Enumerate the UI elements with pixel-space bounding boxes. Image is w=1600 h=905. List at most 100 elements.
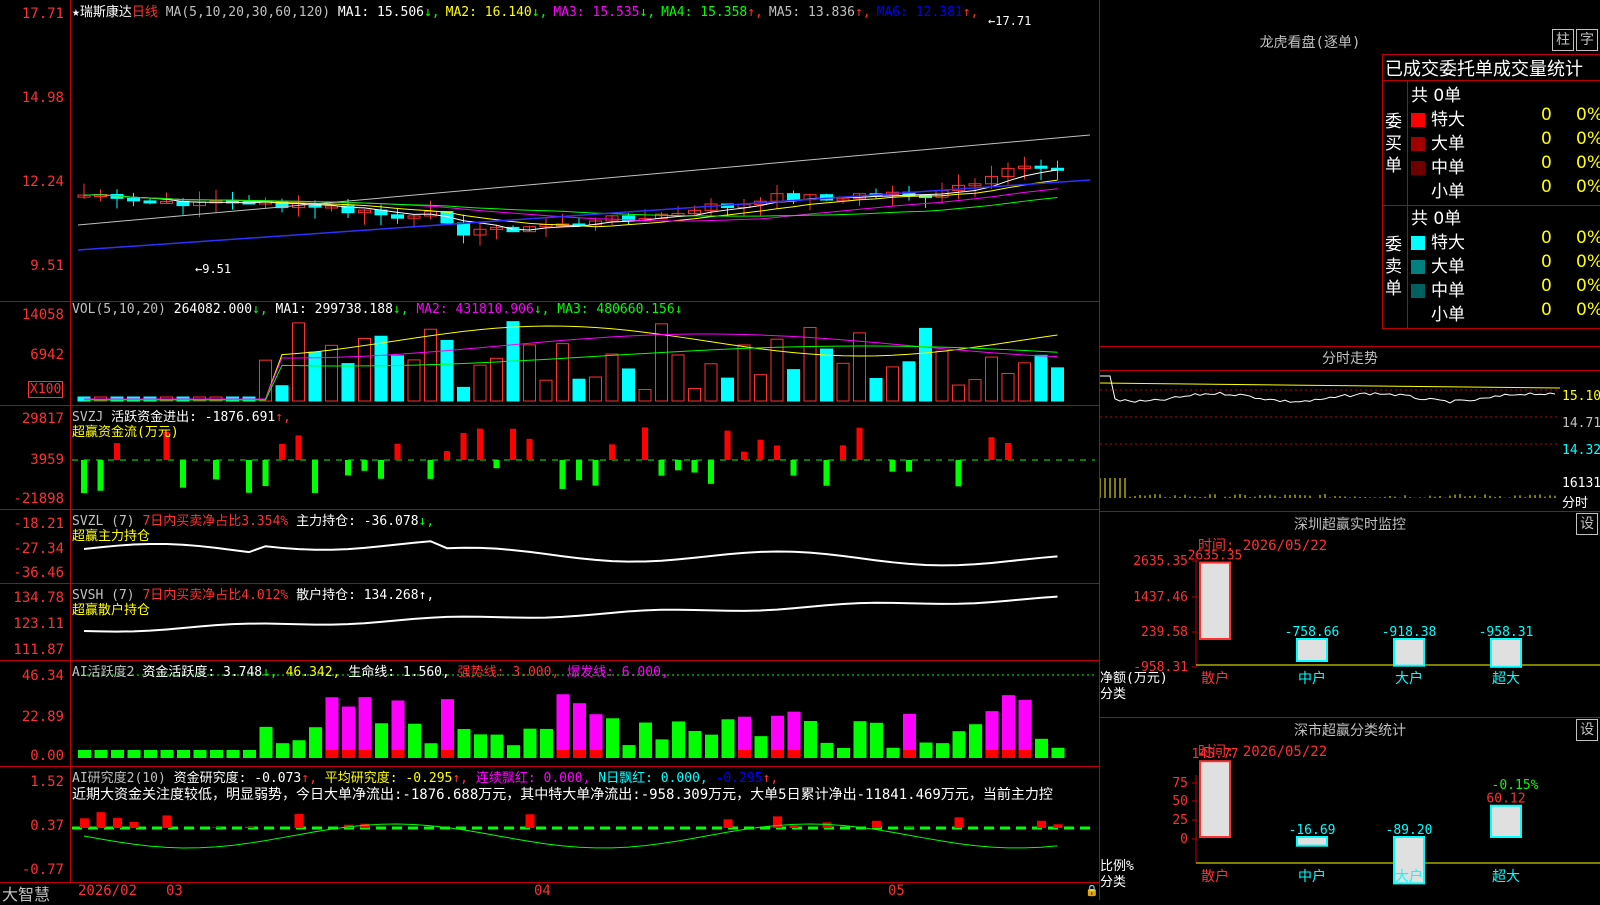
axis-tick: 2635.35 [1133, 554, 1188, 569]
research-bar [1037, 820, 1046, 828]
active-base [276, 750, 289, 758]
volume-bar [869, 378, 883, 402]
ma-value: MA6: 12.381↑, [876, 5, 979, 20]
net-amount-chart[interactable]: 2635.35 1437.46 239.58 -958.31 2635.35 散户 -758… [1100, 511, 1600, 717]
active-base [474, 750, 487, 758]
active-base [325, 750, 339, 758]
intraday-chart[interactable] [1100, 346, 1600, 511]
ma-value: MA4: 15.358↑, [661, 5, 763, 20]
date-label: 03 [166, 883, 183, 899]
research-bar [822, 822, 832, 828]
flow-bar [444, 451, 450, 460]
intraday-panel[interactable]: 分时走势 15.10 14.71 14.32 16131 分时 [1100, 346, 1600, 512]
research-bar [789, 825, 799, 828]
volume-bar [605, 353, 619, 402]
active-base [193, 750, 207, 758]
active-base [1035, 750, 1048, 758]
svzj-panel[interactable]: SVZJ 活跃资金进出: -1876.691↑, 超赢资金流(万元) 29817… [0, 405, 1100, 510]
value-label: 60.12 [1486, 792, 1525, 807]
active-base [705, 750, 718, 758]
flow-bar [592, 460, 599, 486]
order-stats-tab[interactable]: 已成交委托单成交量统计 [1382, 54, 1600, 81]
volume-bar [968, 379, 982, 402]
high-note: ←17.71 [988, 14, 1032, 28]
flow-bar [246, 460, 252, 493]
research-bar [723, 819, 733, 828]
volume-bar [341, 363, 355, 402]
research-bar [80, 818, 89, 828]
volume-bar [671, 354, 685, 402]
candle-body [391, 214, 404, 219]
active-base [457, 750, 471, 758]
vol-tick: 6942 [30, 347, 64, 363]
flow-bar [889, 460, 896, 472]
svsh-panel[interactable]: SVSH (7) 7日内买卖净占比4.012% 散户持仓: 134.268↑, … [0, 583, 1100, 661]
avg-price-line [1100, 382, 1561, 389]
active-base [507, 750, 520, 758]
ratio-chart[interactable]: 75 50 25 0 145.77 散户 -16.69 中户 -89.20 大户 60.12 超大 -0… [1100, 717, 1600, 900]
active-base [1018, 750, 1032, 758]
ai-research-panel[interactable]: AI研究度2(10) 资金研究度: -0.073↑, 平均研究度: -0.295… [0, 766, 1100, 882]
axis-tick: 239.58 [1141, 625, 1188, 640]
longhu-panel[interactable]: 龙虎看盘(逐单) 柱 字 已成交委托单成交量统计 委买单 共 0单 特大00%大… [1100, 0, 1600, 347]
category-bar [1296, 638, 1328, 663]
candlestick-chart[interactable] [0, 0, 1100, 301]
active-base [936, 750, 949, 758]
text-view-button[interactable]: 字 [1576, 29, 1598, 51]
stock-name: 瑞斯康达 [79, 5, 132, 20]
lock-icon[interactable]: 🔒 [1085, 884, 1099, 897]
ai-active-panel[interactable]: AI活跃度2 资金活跃度: 3.748↓, 46.342, 生命线: 1.560… [0, 660, 1100, 767]
category-label: 大户 [1395, 868, 1423, 885]
volume-bar [325, 344, 338, 402]
top-label: -0.15% [1492, 778, 1539, 793]
flow-bar [741, 451, 747, 460]
active-base [259, 750, 273, 758]
active-base [358, 750, 372, 758]
active-base [655, 750, 669, 758]
active-base [688, 750, 702, 758]
price-panel[interactable]: ★瑞斯康达日线 MA(5,10,20,30,60,120) MA1: 15.50… [0, 0, 1100, 302]
volume-bar [787, 369, 800, 402]
value-label: -89.20 [1386, 823, 1433, 838]
vol-unit-button[interactable]: X100 [28, 381, 64, 398]
flow-bar [559, 460, 566, 489]
ma-label: MA(5,10,20,30,60,120) [165, 5, 331, 20]
active-base [837, 750, 850, 758]
axis-tick: 1437.46 [1133, 590, 1188, 605]
order-row: 特大00% [1411, 228, 1600, 253]
active-base [886, 750, 900, 758]
active-base [754, 750, 768, 758]
svzl-panel[interactable]: SVZL (7) 7日内买卖净占比3.354% 主力持仓: -36.078↓, … [0, 509, 1100, 584]
category-label: 散户 [1201, 670, 1229, 687]
date-axis[interactable]: 大智慧 2026/02 03 04 05 🔒 [0, 882, 1100, 904]
ma4-line [83, 194, 1058, 217]
bar-view-button[interactable]: 柱 [1552, 29, 1574, 51]
flow-bar [279, 444, 285, 460]
axis-tick: 0 [1180, 832, 1188, 847]
active-base [969, 750, 982, 758]
price-tick: 14.98 [21, 90, 64, 106]
active-base [952, 750, 966, 758]
ma-value: MA2: 16.140↓, [445, 5, 548, 20]
research-bar [245, 826, 254, 828]
date-label: 04 [534, 883, 551, 899]
period-label[interactable]: 日线 [132, 5, 158, 20]
volume-bar [523, 344, 536, 402]
active-base [490, 750, 504, 758]
flow-bar [757, 439, 764, 460]
active-base [573, 750, 586, 758]
category-bar [1490, 638, 1522, 668]
order-row: 中单00% [1411, 153, 1600, 178]
flow-bar [1005, 442, 1011, 460]
sz-classify-panel[interactable]: 深市超赢分类统计 设 时间: 2026/05/22 75 50 25 0 145.77 散… [1100, 717, 1600, 900]
flow-bar [823, 460, 830, 486]
volume-bar [622, 368, 635, 402]
color-swatch [1411, 284, 1425, 298]
flow-bar [312, 460, 318, 493]
sz-monitor-panel[interactable]: 深圳超赢实时监控 设 时间: 2026/05/22 2635.35 1437.46… [1100, 511, 1600, 718]
volume-bar [704, 363, 718, 402]
category-label: 大户 [1395, 670, 1423, 687]
volume-panel[interactable]: VOL(5,10,20) 264082.000↓, MA1: 299738.18… [0, 301, 1100, 406]
active-base [853, 750, 867, 758]
active-base [160, 750, 174, 758]
